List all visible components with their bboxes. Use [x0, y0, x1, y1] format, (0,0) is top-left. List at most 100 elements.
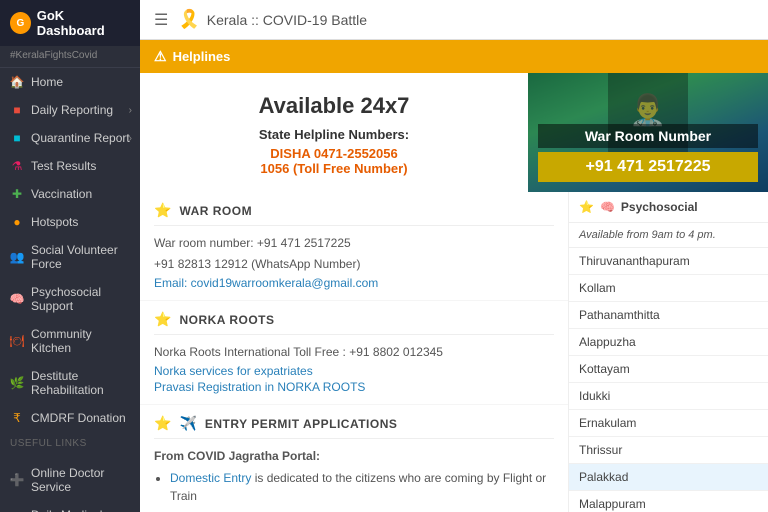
war-room-title-text: WAR ROOM	[179, 204, 252, 218]
hamburger-icon[interactable]: ☰	[154, 10, 168, 30]
psychosocial-panel: ⭐ 🧠 Psychosocial Available from 9am to 4…	[568, 192, 768, 512]
sidebar-item-label: Quarantine Report	[31, 131, 130, 145]
norka-line1: Norka Roots International Toll Free : +9…	[154, 343, 554, 361]
norka-pravasi-link[interactable]: Pravasi Registration in NORKA ROOTS	[154, 380, 554, 394]
hero-banner: Available 24x7 State Helpline Numbers: D…	[140, 73, 768, 192]
chart-icon: ■	[10, 103, 24, 117]
quarantine-icon: ■	[10, 131, 24, 145]
volunteer-icon: 👥	[10, 250, 24, 264]
sidebar-item-home[interactable]: 🏠 Home	[0, 68, 140, 96]
star-icon-panel: ⭐	[579, 200, 594, 214]
plane-icon: ✈️	[179, 415, 196, 432]
state-helpline-label: State Helpline Numbers:	[259, 127, 409, 142]
psychosocial-panel-header: ⭐ 🧠 Psychosocial	[569, 192, 768, 223]
hotspot-icon: ●	[10, 215, 24, 229]
sidebar-item-destitute[interactable]: 🌿 Destitute Rehabilitation	[0, 362, 140, 404]
domestic-entry-link[interactable]: Domestic Entry	[170, 471, 251, 485]
domestic-entry-item: Domestic Entry is dedicated to the citiz…	[170, 469, 554, 505]
sidebar-item-cmdrf[interactable]: ₹ CMDRF Donation	[0, 404, 140, 432]
logo-icon: G	[10, 12, 31, 34]
sidebar-item-label: Community Kitchen	[31, 327, 130, 355]
sidebar-item-hotspots[interactable]: ● Hotspots	[0, 208, 140, 236]
war-room-title: War Room Number	[538, 124, 758, 148]
district-palakkad[interactable]: Palakkad	[569, 464, 768, 491]
kitchen-icon: 🍽	[10, 334, 24, 348]
sidebar-item-label: Daily Medical Bulletin	[31, 508, 130, 512]
war-room-line2: +91 82813 12912 (WhatsApp Number)	[154, 255, 554, 273]
donation-icon: ₹	[10, 411, 24, 425]
vaccination-icon: ✚	[10, 187, 24, 201]
sidebar-item-label: Home	[31, 75, 63, 89]
sidebar-item-label: Test Results	[31, 159, 96, 173]
content-area: ⚠ Helplines Available 24x7 State Helplin…	[140, 40, 768, 512]
helplines-section-header: ⚠ Helplines	[140, 40, 768, 73]
norka-title: NORKA ROOTS	[179, 313, 274, 327]
war-room-card-header: ⭐ WAR ROOM	[154, 202, 554, 226]
psychosocial-availability: Available from 9am to 4 pm.	[569, 223, 768, 248]
war-room-email-link[interactable]: Email: covid19warroomkerala@gmail.com	[154, 276, 554, 290]
cards-main: ⭐ WAR ROOM War room number: +91 471 2517…	[140, 192, 568, 512]
sidebar-item-label: Online Doctor Service	[31, 466, 130, 494]
sidebar-item-test-results[interactable]: ⚗ Test Results	[0, 152, 140, 180]
district-ernakulam[interactable]: Ernakulam	[569, 410, 768, 437]
hero-right: 👨‍⚕️ War Room Number +91 471 2517225	[528, 73, 768, 192]
chevron-right-icon: ›	[129, 105, 132, 116]
norka-services-link[interactable]: Norka services for expatriates	[154, 364, 554, 378]
psychosocial-icon: 🧠	[10, 292, 24, 306]
page-title: 🎗️ Kerala :: COVID-19 Battle	[178, 9, 367, 30]
sidebar-item-community-kitchen[interactable]: 🍽 Community Kitchen	[0, 320, 140, 362]
entry-permit-list: Domestic Entry is dedicated to the citiz…	[154, 469, 554, 512]
entry-permit-header: ⭐ ✈️ Entry Permit Applications	[154, 415, 554, 439]
main-content: ☰ 🎗️ Kerala :: COVID-19 Battle ⚠ Helplin…	[140, 0, 768, 512]
district-thiruvananthapuram[interactable]: Thiruvananthapuram	[569, 248, 768, 275]
section-header-title: Helplines	[173, 49, 231, 64]
district-thrissur[interactable]: Thrissur	[569, 437, 768, 464]
sidebar-item-label: Vaccination	[31, 187, 92, 201]
panel-icon-symbol: 🧠	[600, 200, 615, 214]
psychosocial-panel-title: Psychosocial	[621, 200, 698, 214]
star-icon-2: ⭐	[154, 311, 171, 328]
test-icon: ⚗	[10, 159, 24, 173]
district-kollam[interactable]: Kollam	[569, 275, 768, 302]
war-room-card: ⭐ WAR ROOM War room number: +91 471 2517…	[140, 192, 568, 300]
district-pathanamthitta[interactable]: Pathanamthitta	[569, 302, 768, 329]
home-icon: 🏠	[10, 75, 24, 89]
sidebar-title: GoK Dashboard	[37, 8, 130, 38]
district-kottayam[interactable]: Kottayam	[569, 356, 768, 383]
sidebar-item-quarantine[interactable]: ■ Quarantine Report ›	[0, 124, 140, 152]
norka-card-header: ⭐ NORKA ROOTS	[154, 311, 554, 335]
war-room-line1: War room number: +91 471 2517225	[154, 234, 554, 252]
district-alappuzha[interactable]: Alappuzha	[569, 329, 768, 356]
sidebar-item-social-volunteer[interactable]: 👥 Social Volunteer Force	[0, 236, 140, 278]
flag-icon: 🎗️	[178, 9, 200, 30]
star-icon: ⭐	[154, 202, 171, 219]
sidebar-header: G GoK Dashboard	[0, 0, 140, 46]
entry-card-title-area: ✈️ Entry Permit Applications	[179, 415, 397, 432]
available-24x7: Available 24x7	[259, 93, 410, 119]
star-icon-3: ⭐	[154, 415, 171, 432]
sidebar-item-online-doctor[interactable]: ➕ Online Doctor Service	[0, 459, 140, 501]
sidebar-item-label: Daily Reporting	[31, 103, 113, 117]
topbar: ☰ 🎗️ Kerala :: COVID-19 Battle	[140, 0, 768, 40]
sidebar-item-vaccination[interactable]: ✚ Vaccination	[0, 180, 140, 208]
toll-free-number: 1056 (Toll Free Number)	[260, 161, 407, 176]
norka-roots-card: ⭐ NORKA ROOTS Norka Roots International …	[140, 301, 568, 404]
district-idukki[interactable]: Idukki	[569, 383, 768, 410]
sidebar-item-daily-reporting[interactable]: ■ Daily Reporting ›	[0, 96, 140, 124]
warning-icon: ⚠	[154, 48, 167, 65]
disha-number: DISHA 0471-2552056	[270, 146, 397, 161]
sidebar-item-label: Psychosocial Support	[31, 285, 130, 313]
entry-sub-header: From COVID Jagratha Portal:	[154, 447, 554, 465]
useful-links-label: Useful Links	[0, 432, 140, 451]
hero-left: Available 24x7 State Helpline Numbers: D…	[140, 73, 528, 192]
sidebar-item-label: Social Volunteer Force	[31, 243, 130, 271]
sidebar-item-label: CMDRF Donation	[31, 411, 126, 425]
international-entry-item: International Entry where the citizens h…	[170, 508, 554, 512]
sidebar-item-psychosocial[interactable]: 🧠 Psychosocial Support	[0, 278, 140, 320]
sidebar-item-medical-bulletin[interactable]: 📋 Daily Medical Bulletin	[0, 501, 140, 512]
page-title-text: Kerala :: COVID-19 Battle	[207, 12, 367, 28]
destitute-icon: 🌿	[10, 376, 24, 390]
sidebar-item-label: Destitute Rehabilitation	[31, 369, 130, 397]
district-malappuram[interactable]: Malappuram	[569, 491, 768, 512]
cards-area: ⭐ WAR ROOM War room number: +91 471 2517…	[140, 192, 768, 512]
